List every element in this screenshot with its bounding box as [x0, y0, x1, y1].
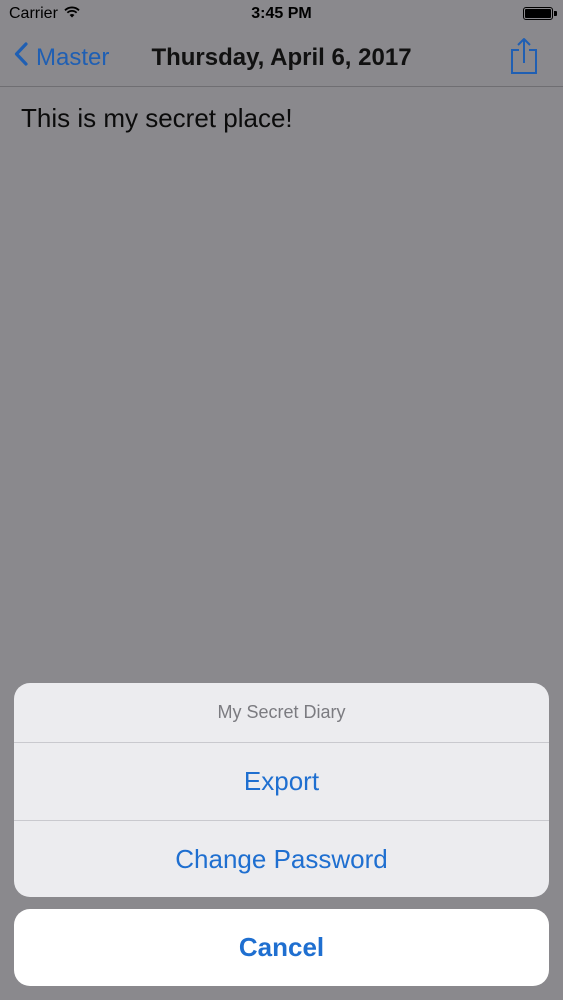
navigation-bar: Master Thursday, April 6, 2017 [0, 30, 563, 87]
battery-fill [525, 9, 551, 18]
status-time: 3:45 PM [251, 5, 312, 22]
chevron-left-icon [14, 42, 36, 73]
battery-tip [554, 11, 557, 16]
cancel-button[interactable]: Cancel [14, 909, 549, 986]
change-password-button[interactable]: Change Password [14, 820, 549, 897]
back-button[interactable]: Master [14, 42, 109, 73]
battery-icon [523, 7, 553, 20]
action-sheet-title: My Secret Diary [14, 683, 549, 743]
share-button[interactable] [509, 36, 539, 76]
action-sheet: My Secret Diary Export Change Password [14, 683, 549, 897]
share-icon [509, 38, 539, 80]
export-button[interactable]: Export [14, 743, 549, 820]
back-label: Master [36, 43, 110, 71]
status-bar: Carrier 3:45 PM [0, 0, 563, 30]
diary-entry-text[interactable]: This is my secret place! [21, 103, 293, 134]
